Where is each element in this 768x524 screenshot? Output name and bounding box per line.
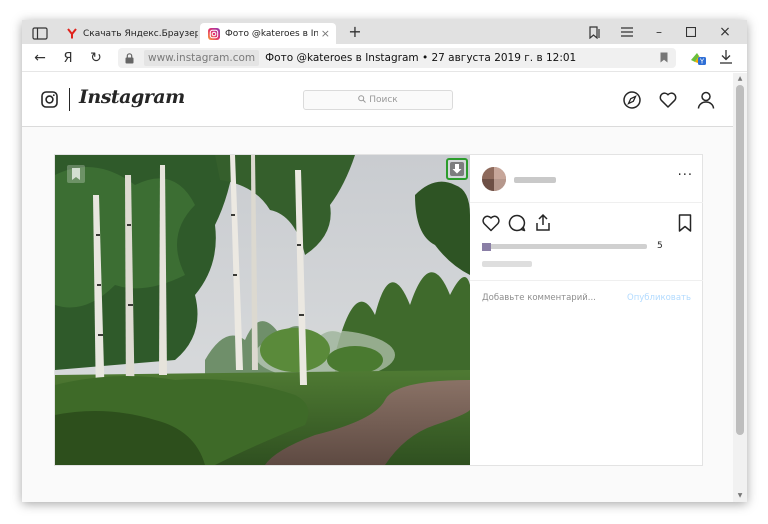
post-date-blurred — [482, 261, 532, 267]
sidebar-toggle-icon[interactable] — [32, 25, 48, 40]
address-page-title: Фото @kateroes в Instagram • 27 августа … — [265, 52, 577, 64]
post-actions — [470, 213, 703, 237]
tab-instagram-photo[interactable]: Фото @kateroes в Instag × — [200, 23, 336, 44]
publish-button[interactable]: Опубликовать — [627, 293, 691, 303]
author-username-blurred[interactable] — [514, 177, 556, 183]
navigation-bar: ← Я ↻ www.instagram.com Фото @kateroes в… — [22, 44, 747, 72]
more-options-icon[interactable]: ··· — [678, 168, 693, 183]
post-card: ··· 5 Добавьте комментарий... Опубликова… — [54, 154, 703, 466]
new-tab-button[interactable]: + — [346, 23, 364, 41]
search-icon — [358, 94, 367, 106]
like-heart-icon[interactable] — [481, 213, 501, 233]
post-author-header: ··· — [470, 155, 703, 203]
search-placeholder: Поиск — [369, 95, 398, 105]
logo-separator — [69, 88, 70, 111]
lock-icon — [125, 52, 139, 64]
instagram-logo[interactable]: Instagram — [79, 86, 185, 108]
comment-bubble-icon[interactable] — [507, 213, 527, 233]
post-sidebar: ··· 5 Добавьте комментарий... Опубликова… — [470, 155, 703, 465]
scroll-down-icon[interactable]: ▼ — [736, 492, 744, 500]
activity-heart-icon[interactable] — [658, 90, 678, 110]
comment-row: Добавьте комментарий... Опубликовать — [470, 280, 703, 316]
author-avatar[interactable] — [482, 167, 506, 191]
bookmark-icon[interactable] — [660, 52, 668, 66]
scroll-up-icon[interactable]: ▲ — [736, 75, 744, 83]
instagram-camera-icon[interactable] — [41, 91, 58, 108]
address-domain: www.instagram.com — [144, 50, 260, 66]
browser-window: Скачать Яндекс.Браузер д Фото @kateroes … — [22, 20, 747, 502]
page-viewport: Instagram Поиск ··· 5 Добавьте комментар… — [22, 73, 733, 502]
reload-button[interactable]: ↻ — [87, 49, 105, 67]
address-bar[interactable]: www.instagram.com Фото @kateroes в Insta… — [118, 48, 676, 68]
download-photo-button[interactable] — [446, 158, 468, 180]
svg-text:Y: Y — [699, 58, 705, 66]
menu-icon[interactable] — [616, 22, 638, 42]
tab-title: Скачать Яндекс.Браузер д — [83, 28, 198, 39]
comment-input[interactable]: Добавьте комментарий... — [482, 293, 596, 303]
downloads-icon[interactable] — [719, 49, 735, 67]
share-icon[interactable] — [533, 213, 553, 233]
extension-icon[interactable]: Y — [690, 50, 706, 66]
save-to-collection-icon[interactable] — [67, 165, 85, 183]
save-bookmark-icon[interactable] — [675, 213, 695, 233]
download-arrow-icon — [450, 162, 464, 176]
yandex-home-button[interactable]: Я — [59, 49, 77, 67]
search-input[interactable]: Поиск — [303, 90, 453, 110]
profile-icon[interactable] — [696, 90, 716, 110]
page-scrollbar[interactable]: ▲ ▼ — [733, 73, 747, 502]
tab-yandex-download[interactable]: Скачать Яндекс.Браузер д — [58, 23, 198, 44]
instagram-favicon-icon — [208, 27, 220, 40]
explore-compass-icon[interactable] — [622, 90, 642, 110]
likes-blurred — [482, 243, 654, 251]
close-window-button[interactable]: × — [714, 22, 736, 42]
post-photo[interactable] — [55, 155, 470, 465]
instagram-header: Instagram Поиск — [22, 73, 733, 127]
back-button[interactable]: ← — [31, 49, 49, 67]
scroll-thumb[interactable] — [736, 85, 744, 435]
tab-strip: Скачать Яндекс.Браузер д Фото @kateroes … — [22, 20, 747, 44]
likes-count: 5 — [657, 241, 663, 251]
maximize-button[interactable] — [680, 22, 702, 42]
tab-title: Фото @kateroes в Instag — [225, 28, 318, 39]
minimize-button[interactable]: – — [648, 22, 670, 42]
yandex-favicon-icon — [66, 28, 78, 40]
park-photo-image — [55, 155, 470, 465]
bookmarks-panel-icon[interactable] — [584, 22, 606, 42]
tab-close-icon[interactable]: × — [318, 27, 336, 40]
